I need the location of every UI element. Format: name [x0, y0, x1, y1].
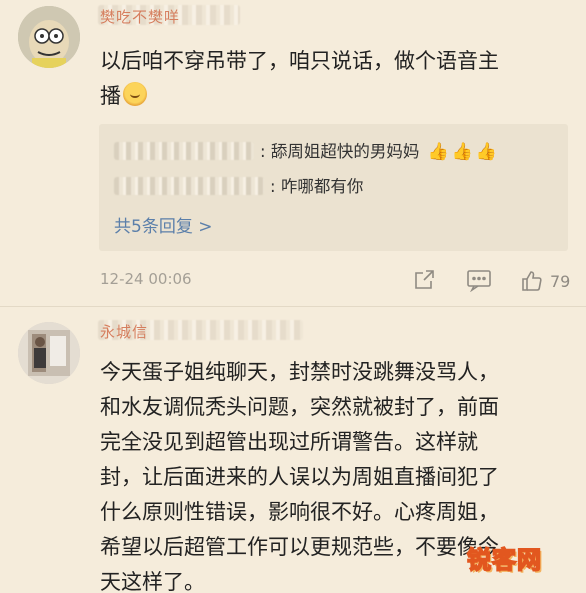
- comment-line: 天这样了。: [100, 570, 205, 593]
- timestamp: 12-24 00:06: [100, 270, 192, 288]
- username[interactable]: 永城信: [100, 321, 148, 342]
- thumbs-up-icon: [522, 271, 542, 291]
- reply-text: 咋哪都有你: [280, 177, 364, 196]
- like-count: 79: [550, 271, 571, 291]
- reply-text: 舔周姐超快的男妈妈: [270, 142, 420, 161]
- comment-meta-bar: 12-24 00:06 79: [100, 268, 576, 294]
- reply-separator: :: [260, 142, 266, 161]
- comment-line: 希望以后超管工作可以更规范些，不要像今: [100, 535, 499, 559]
- like-button[interactable]: 79: [520, 268, 570, 294]
- thumbs-up-emoji: 👍: [451, 142, 473, 162]
- comment-line: 完全没见到超管出现过所谓警告。这样就: [100, 430, 478, 454]
- comment-line: 和水友调侃秃头问题，突然就被封了，前面: [100, 395, 499, 419]
- reply-author-blurred: [114, 142, 254, 160]
- comment-line-with-emoji: 播: [100, 79, 499, 114]
- comment-line: 封，让后面进来的人误以为周姐直播间犯了: [100, 465, 499, 489]
- shy-face-emoji: [123, 82, 147, 106]
- reply-author-blurred: [114, 177, 264, 195]
- comment-line: 以后咱不穿吊带了，咱只说话，做个语音主: [100, 49, 499, 73]
- comment-icon[interactable]: [466, 268, 492, 294]
- comment-line: 播: [100, 84, 121, 108]
- comment-feed: 樊吃不樊咩 以后咱不穿吊带了，咱只说话，做个语音主 播 : 舔周姐超快的男妈妈 …: [0, 0, 586, 593]
- username[interactable]: 樊吃不樊咩: [100, 6, 180, 27]
- more-replies-link[interactable]: 共5条回复 >: [114, 212, 212, 237]
- comment-content: 今天蛋子姐纯聊天，封禁时没跳舞没骂人， 和水友调侃秃头问题，突然就被封了，前面 …: [100, 355, 499, 593]
- comment-line: 什么原则性错误，影响很不好。心疼周姐，: [100, 500, 499, 524]
- divider: [0, 306, 586, 307]
- thumbs-up-emoji: 👍: [475, 142, 498, 162]
- share-icon[interactable]: [412, 268, 436, 294]
- watermark: 锐客网: [466, 545, 542, 575]
- reply-item[interactable]: : 舔周姐超快的男妈妈 👍 👍 👍: [114, 138, 497, 162]
- comment-content: 以后咱不穿吊带了，咱只说话，做个语音主 播: [100, 44, 499, 114]
- reply-item[interactable]: : 咋哪都有你: [114, 173, 363, 197]
- comment-line: 今天蛋子姐纯聊天，封禁时没跳舞没骂人，: [100, 360, 499, 384]
- avatar[interactable]: [18, 6, 80, 68]
- reply-separator: :: [270, 177, 276, 196]
- thumbs-up-emoji: 👍: [427, 142, 449, 162]
- reply-box[interactable]: : 舔周姐超快的男妈妈 👍 👍 👍 : 咋哪都有你 共5条回复 >: [99, 124, 568, 251]
- avatar[interactable]: [18, 322, 80, 384]
